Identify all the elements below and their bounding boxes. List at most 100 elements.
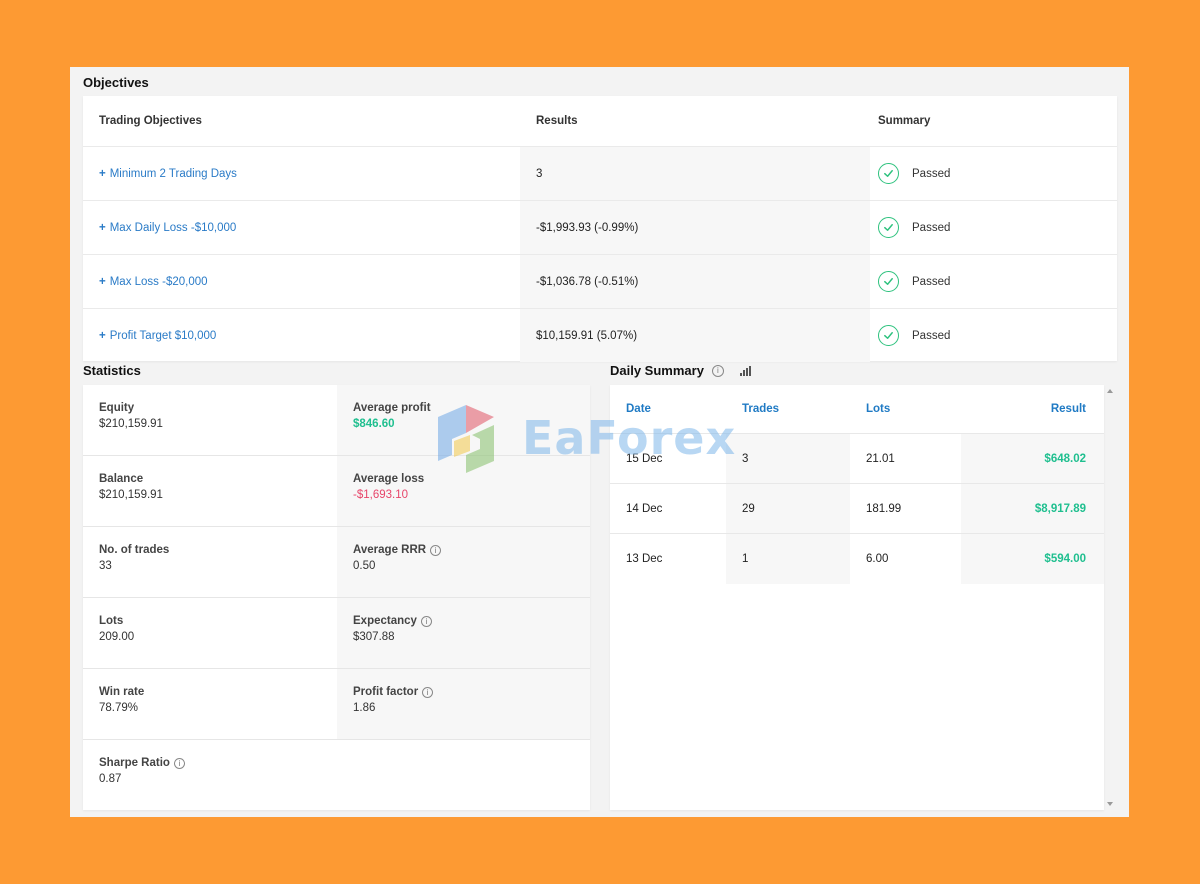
objective-row: + Max Daily Loss -$10,000 -$1,993.93 (-0… [83, 200, 1117, 254]
expand-plus-icon: + [99, 221, 106, 234]
stat-label-wrap: Average RRR i [353, 544, 574, 556]
cell-date: 15 Dec [626, 452, 663, 465]
daily-summary-heading: Daily Summary i [610, 363, 751, 378]
cell-lots: 6.00 [866, 553, 889, 565]
header-lots[interactable]: Lots [850, 385, 961, 433]
daily-header-row: Date Trades Lots Result [610, 385, 1104, 434]
check-circle-icon [878, 325, 899, 346]
stat-balance: Balance $210,159.91 [83, 456, 337, 526]
stat-label: Expectancy [353, 615, 417, 627]
objective-summary: Passed [870, 255, 1117, 308]
header-trading-objectives: Trading Objectives [99, 115, 202, 127]
stat-value: $210,159.91 [99, 489, 163, 501]
bar-chart-icon[interactable] [739, 365, 751, 376]
daily-summary-table: Date Trades Lots Result 15 Dec 3 21.01 $… [610, 385, 1104, 810]
stat-label: Equity [99, 402, 135, 414]
stat-win-rate: Win rate 78.79% [83, 669, 337, 739]
cell-trades: 1 [726, 534, 850, 584]
stat-expectancy: Expectancy i $307.88 [337, 598, 590, 668]
check-circle-icon [878, 271, 899, 292]
cell-trades: 29 [726, 484, 850, 533]
stat-label: Average RRR [353, 544, 427, 556]
main-panel: Objectives Trading Objectives Results Su… [70, 67, 1129, 817]
info-icon[interactable]: i [430, 544, 442, 556]
scroll-up-arrow-icon[interactable] [1107, 389, 1113, 393]
header-trades[interactable]: Trades [726, 385, 850, 433]
table-row: 15 Dec 3 21.01 $648.02 [610, 434, 1104, 484]
info-icon[interactable]: i [711, 364, 724, 377]
stat-average-rrr: Average RRR i 0.50 [337, 527, 590, 597]
stat-sharpe-ratio: Sharpe Ratio i 0.87 [83, 740, 337, 811]
stat-label: Balance [99, 473, 144, 485]
objective-label: Max Daily Loss -$10,000 [109, 221, 237, 234]
objectives-header-row: Trading Objectives Results Summary [83, 96, 1117, 146]
stat-value: $846.60 [353, 418, 395, 430]
stat-value: $307.88 [353, 631, 395, 643]
stat-row: Balance $210,159.91 Average loss -$1,693… [83, 456, 590, 527]
check-circle-icon [878, 163, 899, 184]
header-result[interactable]: Result [961, 385, 1104, 433]
objective-result: 3 [520, 147, 870, 200]
stat-row: Sharpe Ratio i 0.87 [83, 740, 590, 811]
header-results: Results [536, 115, 578, 127]
objective-label: Max Loss -$20,000 [109, 275, 208, 288]
status-passed: Passed [912, 221, 951, 234]
stat-label-wrap: Sharpe Ratio i [99, 757, 321, 769]
stat-label: Average profit [353, 402, 431, 414]
objective-summary: Passed [870, 201, 1117, 254]
stat-label: Profit factor [353, 686, 419, 698]
objective-result: -$1,036.78 (-0.51%) [520, 255, 870, 308]
cell-trades: 3 [726, 434, 850, 483]
objective-row: + Max Loss -$20,000 -$1,036.78 (-0.51%) … [83, 254, 1117, 308]
header-date[interactable]: Date [610, 385, 726, 433]
objectives-title: Objectives [83, 75, 149, 90]
stat-no-of-trades: No. of trades 33 [83, 527, 337, 597]
cell-date: 13 Dec [626, 553, 663, 565]
statistics-card: Equity $210,159.91 Average profit $846.6… [83, 385, 590, 810]
cell-result: $594.00 [961, 534, 1104, 584]
stat-average-profit: Average profit $846.60 [337, 385, 590, 455]
scroll-down-arrow-icon[interactable] [1107, 802, 1113, 806]
check-circle-icon [878, 217, 899, 238]
stat-row: Win rate 78.79% Profit factor i 1.86 [83, 669, 590, 740]
objective-row: + Minimum 2 Trading Days 3 Passed [83, 146, 1117, 200]
info-icon[interactable]: i [420, 615, 432, 627]
cell-result: $8,917.89 [961, 484, 1104, 533]
objective-min-trading-days[interactable]: + Minimum 2 Trading Days [83, 147, 520, 200]
stat-row: No. of trades 33 Average RRR i 0.50 [83, 527, 590, 598]
objective-label: Minimum 2 Trading Days [109, 167, 237, 180]
table-row: 13 Dec 1 6.00 $594.00 [610, 534, 1104, 584]
stat-value: -$1,693.10 [353, 489, 408, 501]
expand-plus-icon: + [99, 329, 106, 342]
stat-row: Equity $210,159.91 Average profit $846.6… [83, 385, 590, 456]
objective-summary: Passed [870, 309, 1117, 362]
stat-row: Lots 209.00 Expectancy i $307.88 [83, 598, 590, 669]
statistics-title: Statistics [83, 363, 141, 378]
info-icon[interactable]: i [173, 757, 185, 769]
objective-profit-target[interactable]: + Profit Target $10,000 [83, 309, 520, 362]
stat-value: 0.87 [99, 773, 122, 785]
objectives-table: Trading Objectives Results Summary + Min… [83, 96, 1117, 362]
objective-result: $10,159.91 (5.07%) [520, 309, 870, 362]
stat-value: 33 [99, 560, 112, 572]
table-row: 14 Dec 29 181.99 $8,917.89 [610, 484, 1104, 534]
status-passed: Passed [912, 167, 951, 180]
cell-lots: 21.01 [866, 452, 895, 465]
stat-label-wrap: Expectancy i [353, 615, 574, 627]
stat-label: Win rate [99, 686, 145, 698]
cell-lots: 181.99 [866, 502, 902, 515]
objective-max-daily-loss[interactable]: + Max Daily Loss -$10,000 [83, 201, 520, 254]
objective-result: -$1,993.93 (-0.99%) [520, 201, 870, 254]
stat-label: Lots [99, 615, 124, 627]
daily-summary-scrollbar[interactable] [1104, 385, 1116, 810]
stat-value: 78.79% [99, 702, 139, 714]
stat-lots: Lots 209.00 [83, 598, 337, 668]
stat-value: 209.00 [99, 631, 135, 643]
expand-plus-icon: + [99, 275, 106, 288]
info-icon[interactable]: i [422, 686, 434, 698]
objective-max-loss[interactable]: + Max Loss -$20,000 [83, 255, 520, 308]
header-summary: Summary [878, 115, 931, 127]
stat-label-wrap: Profit factor i [353, 686, 574, 698]
stat-profit-factor: Profit factor i 1.86 [337, 669, 590, 739]
status-passed: Passed [912, 329, 951, 342]
